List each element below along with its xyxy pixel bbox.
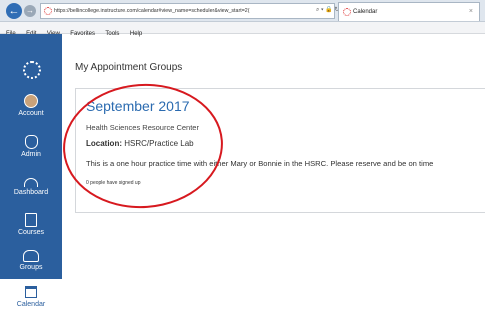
- sidebar-item-dashboard[interactable]: Dashboard: [0, 174, 62, 196]
- address-bar[interactable]: https://bellincollege.instructure.com/ca…: [40, 3, 335, 19]
- tab-favicon-icon: [343, 8, 351, 16]
- canvas-logo-icon[interactable]: [23, 61, 41, 79]
- sidebar-item-label: Calendar: [16, 301, 46, 308]
- address-actions-icon[interactable]: ⌕ ▾ 🔒 ↻: [316, 3, 339, 17]
- browser-toolbar: ← → https://bellincollege.instructure.co…: [0, 0, 485, 22]
- browser-tab-calendar[interactable]: Calendar ×: [338, 2, 480, 21]
- shield-icon: [24, 135, 38, 149]
- avatar-icon: [24, 94, 38, 108]
- menu-bar: File Edit View Favorites Tools Help: [0, 22, 485, 37]
- tab-close-icon[interactable]: ×: [469, 3, 473, 21]
- sidebar-item-label: Admin: [21, 151, 41, 158]
- address-url: https://bellincollege.instructure.com/ca…: [54, 8, 250, 14]
- sidebar-item-label: Dashboard: [13, 189, 49, 196]
- sidebar-item-account[interactable]: Account: [0, 94, 62, 117]
- tab-title: Calendar: [353, 9, 378, 15]
- sidebar-item-admin[interactable]: Admin: [0, 135, 62, 158]
- sidebar-item-label: Courses: [17, 229, 45, 236]
- page-title: My Appointment Groups: [75, 62, 183, 73]
- sidebar-item-label: Groups: [19, 264, 43, 271]
- forward-arrow-icon[interactable]: →: [24, 5, 36, 17]
- sidebar-item-calendar[interactable]: Calendar: [0, 279, 62, 319]
- groups-icon: [23, 250, 39, 262]
- book-icon: [25, 213, 37, 227]
- menu-favorites[interactable]: Favorites: [70, 28, 95, 40]
- sidebar-item-label: Account: [18, 110, 44, 117]
- site-favicon-icon: [44, 7, 52, 15]
- global-nav-sidebar: Account Admin Dashboard Courses Groups: [0, 34, 62, 279]
- menu-tools[interactable]: Tools: [105, 28, 119, 40]
- calendar-icon: [25, 286, 37, 298]
- dashboard-icon: [24, 178, 38, 187]
- sidebar-item-groups[interactable]: Groups: [0, 250, 62, 271]
- sidebar-item-courses[interactable]: Courses: [0, 213, 62, 236]
- menu-help[interactable]: Help: [130, 28, 142, 40]
- back-arrow-icon[interactable]: ←: [6, 3, 22, 19]
